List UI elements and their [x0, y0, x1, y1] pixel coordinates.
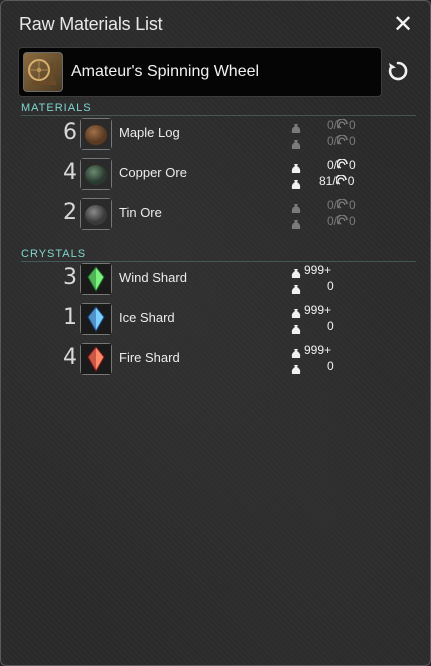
crystal-row[interactable]: 1 Ice Shard 999+ 0	[1, 303, 430, 341]
crystal-name: Wind Shard	[119, 270, 187, 285]
bag-icon	[291, 199, 301, 213]
title-bar[interactable]: Raw Materials List ✕	[1, 1, 430, 41]
bag-icon	[291, 280, 301, 294]
material-icon	[80, 198, 112, 230]
bag-icon	[291, 135, 301, 149]
crystal-quantity: 3	[63, 265, 77, 290]
material-count-top: 0/0	[327, 158, 356, 172]
crystals-section-header: CRYSTALS	[21, 248, 87, 260]
material-name: Tin Ore	[119, 205, 162, 220]
recipe-name: Amateur's Spinning Wheel	[71, 63, 260, 80]
crystal-count-bottom: 0	[327, 359, 334, 373]
crystal-quantity: 1	[63, 305, 77, 330]
crystal-icon	[80, 263, 112, 295]
materials-section-header: MATERIALS	[21, 102, 92, 114]
crystal-name: Ice Shard	[119, 310, 175, 325]
material-icon	[80, 158, 112, 190]
crystal-count-top: 999+	[304, 343, 332, 357]
spinning-wheel-icon	[23, 52, 63, 92]
recipe-bar[interactable]: Amateur's Spinning Wheel	[18, 47, 382, 97]
bag-icon	[291, 304, 301, 318]
close-icon[interactable]: ✕	[392, 12, 414, 36]
crystal-count-top: 999+	[304, 263, 332, 277]
material-row[interactable]: 6 Maple Log 0/0 0/0	[1, 118, 430, 156]
material-count-bottom: 0/0	[327, 134, 356, 148]
material-row[interactable]: 4 Copper Ore 0/0 81/0	[1, 158, 430, 196]
material-count-top: 0/0	[327, 118, 356, 132]
window-title: Raw Materials List	[19, 14, 163, 34]
bag-icon	[291, 215, 301, 229]
section-divider	[21, 261, 416, 262]
material-row[interactable]: 2 Tin Ore 0/0 0/0	[1, 198, 430, 236]
crystal-count-bottom: 0	[327, 279, 334, 293]
crystal-quantity: 4	[63, 345, 77, 370]
material-icon	[80, 118, 112, 150]
bag-icon	[291, 344, 301, 358]
crystal-row[interactable]: 4 Fire Shard 999+ 0	[1, 343, 430, 381]
crystal-name: Fire Shard	[119, 350, 180, 365]
material-name: Copper Ore	[119, 165, 187, 180]
material-count-bottom: 81/0	[319, 174, 355, 188]
bag-icon	[291, 264, 301, 278]
bag-icon	[291, 159, 301, 173]
bag-icon	[291, 360, 301, 374]
crystal-count-top: 999+	[304, 303, 332, 317]
material-count-bottom: 0/0	[327, 214, 356, 228]
material-quantity: 2	[63, 200, 77, 225]
material-quantity: 6	[63, 120, 77, 145]
refresh-icon[interactable]	[386, 59, 410, 83]
material-quantity: 4	[63, 160, 77, 185]
crystal-row[interactable]: 3 Wind Shard 999+ 0	[1, 263, 430, 301]
section-divider	[21, 115, 416, 116]
raw-materials-window: Raw Materials List ✕ Amateur's Spinning …	[0, 0, 431, 666]
material-count-top: 0/0	[327, 198, 356, 212]
bag-icon	[291, 119, 301, 133]
bag-icon	[291, 175, 301, 189]
bag-icon	[291, 320, 301, 334]
crystal-icon	[80, 343, 112, 375]
crystal-count-bottom: 0	[327, 319, 334, 333]
crystal-icon	[80, 303, 112, 335]
material-name: Maple Log	[119, 125, 180, 140]
